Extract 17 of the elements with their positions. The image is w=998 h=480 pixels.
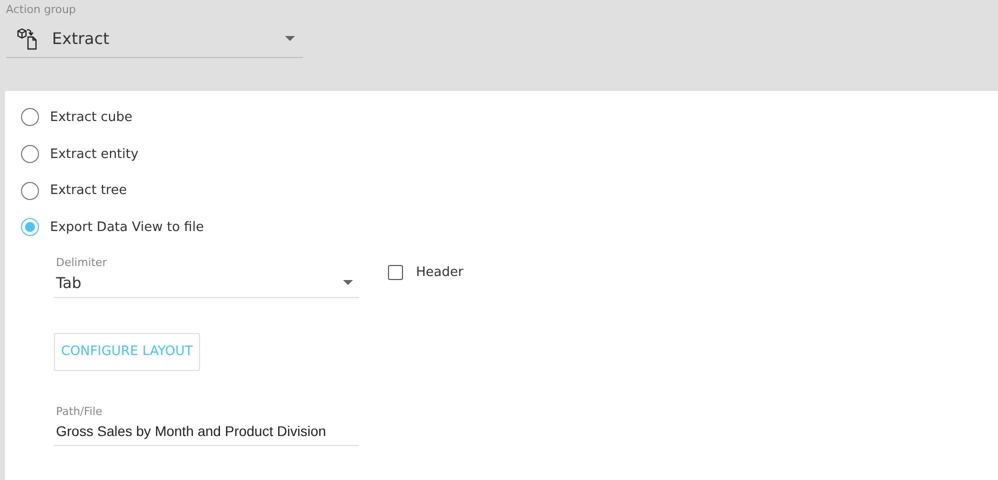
radio-button[interactable] [21, 145, 39, 164]
radio-label: Extract entity [50, 146, 138, 162]
radio-label: Extract cube [50, 110, 132, 125]
radio-label: Extract tree [50, 183, 127, 198]
radio-label: Export Data View to file [50, 220, 204, 235]
action-group-select[interactable]: Extract [6, 20, 303, 58]
radio-button[interactable] [21, 218, 39, 236]
radio-button[interactable] [21, 108, 39, 126]
checkbox[interactable] [388, 264, 403, 280]
caret-icon [285, 36, 295, 41]
field-label: Action group [6, 3, 76, 16]
checkbox-label: Header [416, 264, 464, 280]
field-label: Delimiter [56, 256, 107, 269]
radio-button[interactable] [21, 182, 39, 200]
field-label: Path/File [56, 404, 102, 418]
delimiter-select[interactable]: Tab [54, 268, 359, 298]
caret-icon [343, 280, 353, 286]
